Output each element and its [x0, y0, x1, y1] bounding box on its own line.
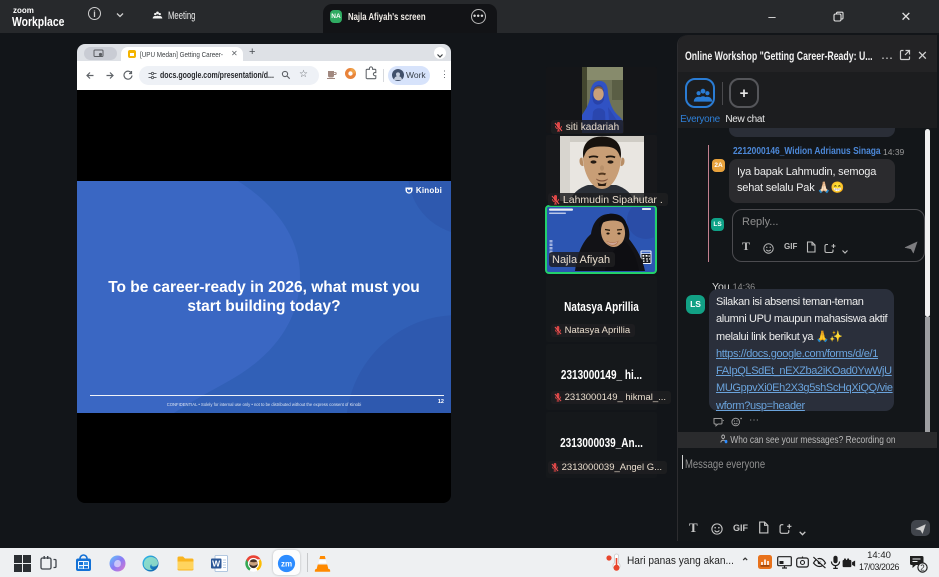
- svg-text:2: 2: [920, 564, 925, 573]
- svg-text:zm: zm: [281, 560, 292, 569]
- svg-text:W: W: [212, 558, 221, 568]
